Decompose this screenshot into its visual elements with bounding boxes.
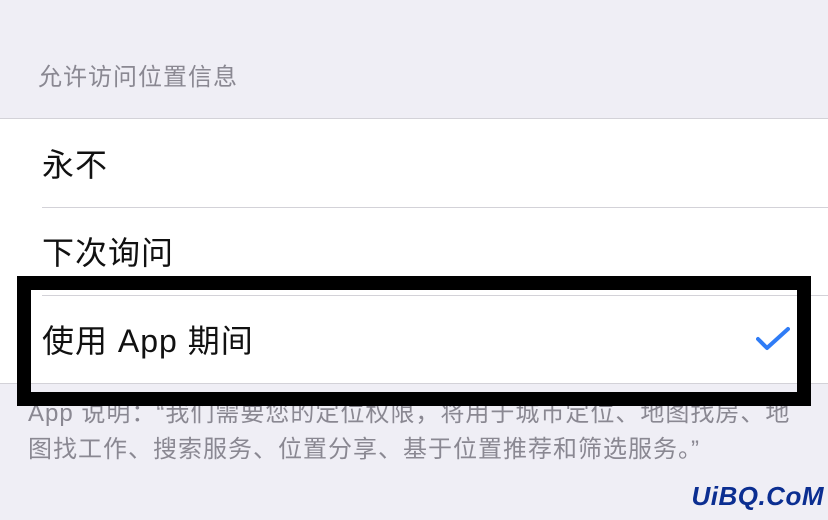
checkmark-icon [756,326,790,352]
option-row-while-using-app[interactable]: 使用 App 期间 [0,295,828,383]
option-label-never: 永不 [42,140,108,186]
app-explanation-footer: App 说明：“我们需要您的定位权限，将用于城市定位、地图找房、地图找工作、搜索… [0,384,828,468]
option-label-while-using: 使用 App 期间 [42,316,254,362]
location-options-list: 永不 下次询问 使用 App 期间 [0,118,828,384]
option-row-ask-next-time[interactable]: 下次询问 [0,207,828,295]
watermark-text: UiBQ.CoM [691,481,824,512]
section-header-label: 允许访问位置信息 [38,66,238,118]
section-header-location-access: 允许访问位置信息 [0,0,828,118]
option-row-never[interactable]: 永不 [0,119,828,207]
option-label-ask-next: 下次询问 [42,228,174,274]
